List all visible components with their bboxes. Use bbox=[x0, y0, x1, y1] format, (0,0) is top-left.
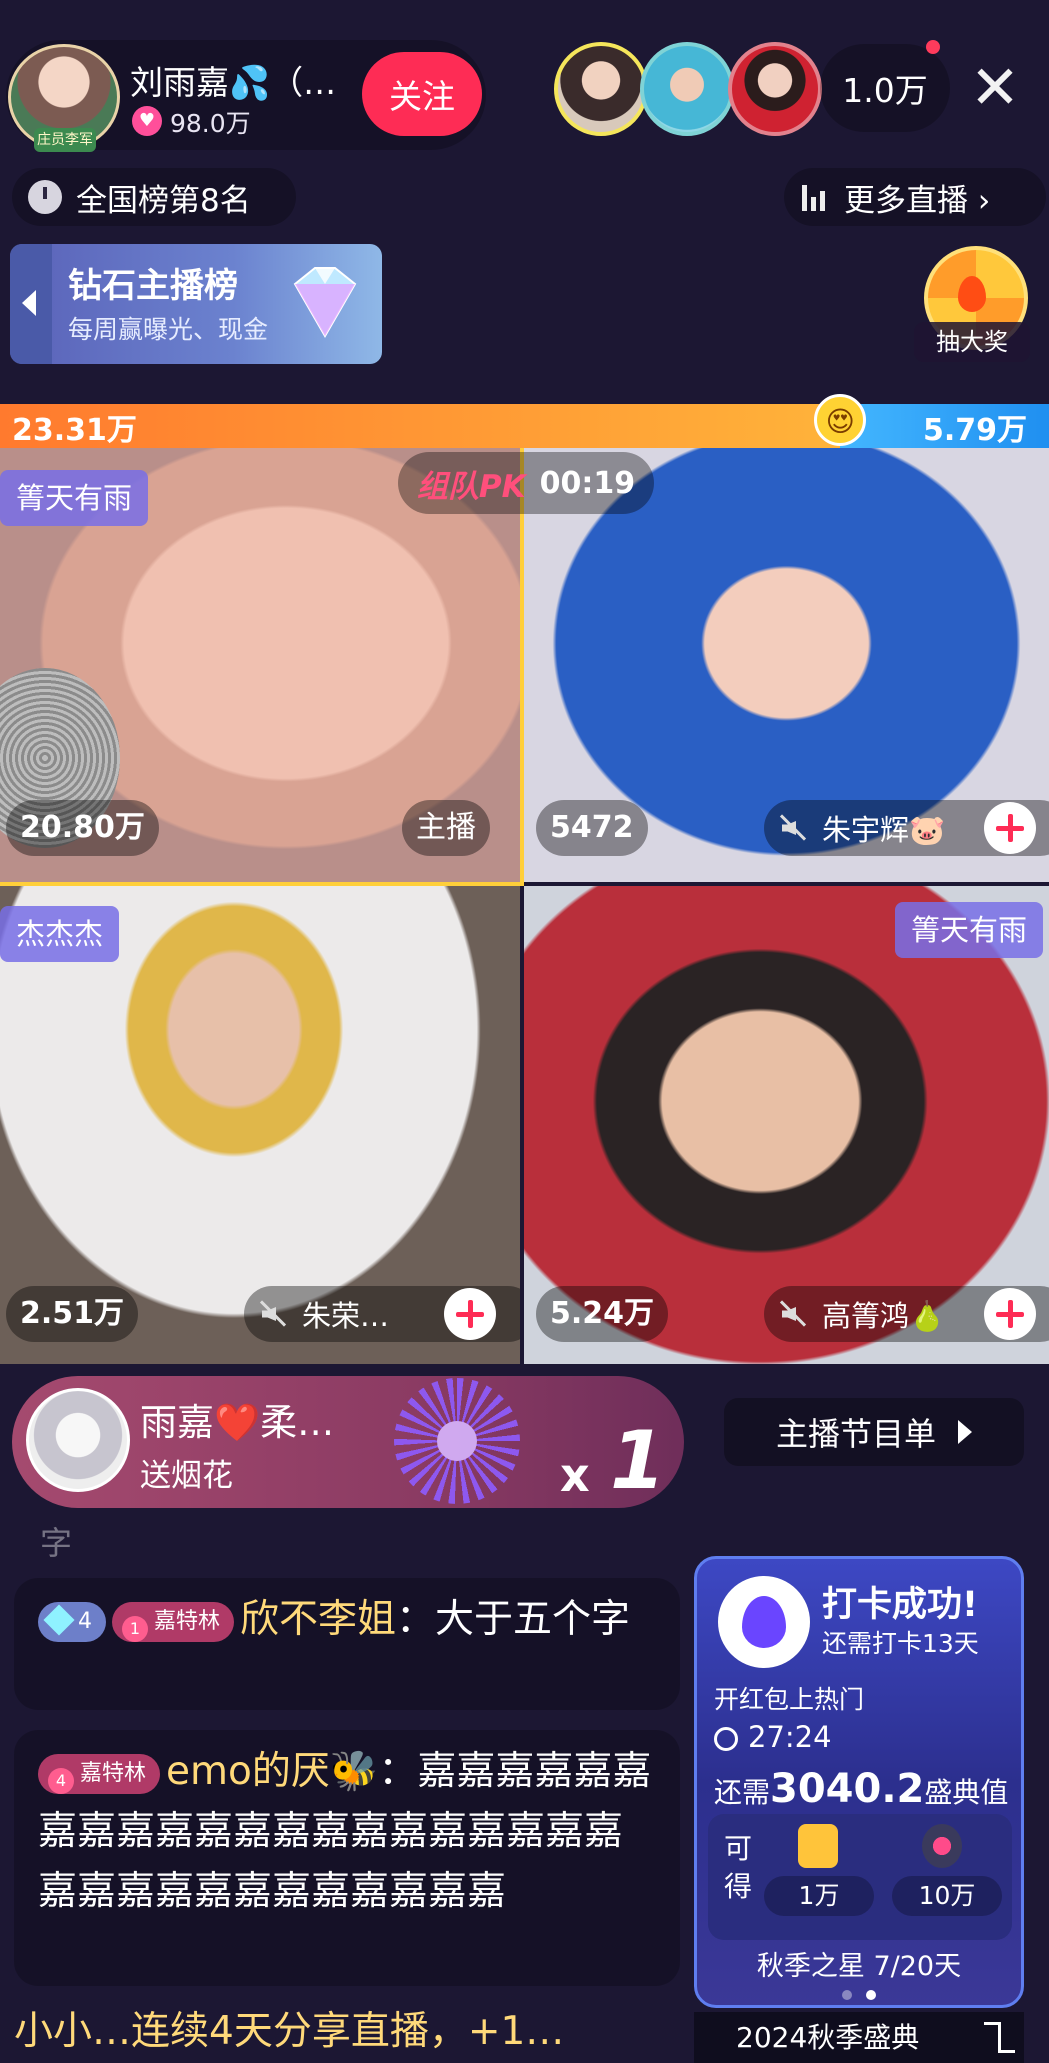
rewards-label: 可得 bbox=[724, 1832, 753, 1903]
close-button[interactable]: ✕ bbox=[962, 58, 1028, 124]
reward-amount-1: 1万 bbox=[764, 1876, 874, 1916]
top-viewer-avatar-2[interactable] bbox=[640, 42, 734, 136]
timer-icon bbox=[714, 1727, 738, 1751]
season-progress: 秋季之星 7/20天 bbox=[756, 1951, 962, 1982]
pk-score-bar bbox=[0, 404, 1049, 448]
follow-plus-button[interactable] bbox=[984, 1288, 1036, 1340]
chevron-left-icon bbox=[22, 290, 36, 316]
follow-button[interactable]: 关注 bbox=[362, 52, 482, 136]
notification-dot bbox=[926, 40, 940, 54]
cell-name-tag: 箐天有雨 bbox=[894, 902, 1043, 958]
diamond-banner-subtitle: 每周赢曝光、现金 bbox=[68, 315, 269, 344]
pk-right-score: 5.79万 bbox=[922, 413, 1027, 448]
pk-logo: 组队PK bbox=[416, 468, 526, 505]
more-live-button[interactable]: 更多直播 › bbox=[784, 168, 1046, 226]
heart-icon: 4 bbox=[48, 1767, 74, 1794]
chat-message[interactable]: 4 嘉特林 emo的厌🐝：嘉嘉嘉嘉嘉嘉嘉嘉嘉嘉嘉嘉嘉嘉嘉嘉嘉嘉嘉嘉嘉嘉嘉嘉嘉嘉嘉嘉嘉… bbox=[14, 1730, 680, 1986]
chat-nickname[interactable]: emo的厌🐝 bbox=[166, 1749, 378, 1794]
cell-name-tag: 杰杰杰 bbox=[0, 906, 120, 962]
cell-user-name: 朱荣… bbox=[302, 1299, 390, 1333]
checkin-subtitle: 还需打卡13天 bbox=[822, 1629, 979, 1658]
reward-amount-2: 10万 bbox=[892, 1876, 1002, 1916]
red-packet-icon bbox=[798, 1824, 838, 1868]
lottery-label: 抽大奖 bbox=[914, 322, 1030, 362]
collapse-icon[interactable] bbox=[982, 2020, 1016, 2054]
heart-icon: ♥ bbox=[132, 106, 162, 136]
chat-nickname[interactable]: 欣不李姐 bbox=[240, 1597, 396, 1642]
flame-icon bbox=[718, 1576, 810, 1668]
follow-plus-button[interactable] bbox=[444, 1288, 496, 1340]
faded-chat-text: 字 bbox=[40, 1524, 73, 1562]
cell-score: 5.24万 bbox=[536, 1286, 669, 1342]
diamond-banner-title: 钻石主播榜 bbox=[68, 266, 238, 306]
follow-plus-button[interactable] bbox=[984, 802, 1036, 854]
top-viewer-avatar-3[interactable] bbox=[728, 42, 822, 136]
national-rank-label: 全国榜第8名 bbox=[76, 182, 251, 219]
bar-chart-icon bbox=[802, 183, 830, 211]
pk-emoji-icon: 😍 bbox=[814, 394, 867, 446]
cell-name-tag: 箐天有雨 bbox=[0, 470, 149, 526]
diamond-icon bbox=[293, 267, 357, 339]
gift-multiplier-x: x bbox=[560, 1448, 590, 1502]
user-level-badge: 4 bbox=[38, 1601, 106, 1642]
chat-text: ：大于五个字 bbox=[396, 1597, 631, 1642]
firework-gift-icon bbox=[394, 1378, 520, 1504]
checkin-needed: 还需3040.2盛典值 bbox=[714, 1766, 1009, 1812]
host-avatar-badge: 庄员李军 bbox=[34, 128, 96, 152]
gift-count: 1 bbox=[610, 1414, 666, 1507]
banner-collapse-tab[interactable] bbox=[10, 244, 52, 364]
pk-countdown: 00:19 bbox=[539, 465, 636, 501]
more-live-label: 更多直播 › bbox=[844, 182, 991, 219]
lottery-widget[interactable]: 抽大奖 bbox=[914, 246, 1030, 366]
pk-timer-pill: 组队PK 00:19 bbox=[398, 452, 654, 514]
chat-message[interactable]: 4 1 嘉特林 欣不李姐：大于五个字 bbox=[14, 1578, 680, 1710]
play-arrow-icon bbox=[958, 1420, 972, 1444]
mute-icon bbox=[258, 1299, 288, 1329]
diamond-icon bbox=[43, 1603, 75, 1636]
heart-icon: 1 bbox=[122, 1615, 148, 1642]
gift-action-text: 送烟花 bbox=[140, 1458, 233, 1494]
cell-score: 5472 bbox=[536, 800, 648, 856]
host-role-tag: 主播 bbox=[402, 800, 490, 856]
mute-icon bbox=[778, 1299, 808, 1329]
festival-tag[interactable]: 2024秋季盛典 bbox=[694, 2012, 1024, 2063]
mute-icon bbox=[778, 813, 808, 843]
video-cell-guest-2[interactable]: 杰杰杰 2.51万 朱荣… bbox=[0, 886, 520, 1364]
cell-user-name: 朱宇辉🐷 bbox=[822, 813, 946, 847]
carousel-dot-active[interactable] bbox=[866, 1990, 876, 2000]
planet-icon bbox=[922, 1824, 962, 1868]
carousel-dot[interactable] bbox=[842, 1990, 852, 2000]
program-list-button[interactable]: 主播节目单 bbox=[724, 1398, 1024, 1466]
checkin-timer: 27:24 bbox=[714, 1720, 832, 1754]
gift-sender-avatar[interactable] bbox=[26, 1388, 130, 1492]
fan-club-badge: 1 嘉特林 bbox=[112, 1601, 235, 1642]
checkin-title: 打卡成功! bbox=[822, 1585, 978, 1625]
diamond-host-ranking-banner[interactable]: 钻石主播榜 每周赢曝光、现金 bbox=[10, 244, 382, 364]
viewer-count[interactable]: 1.0万 bbox=[820, 44, 950, 132]
program-list-label: 主播节目单 bbox=[775, 1415, 936, 1453]
gift-sender-name: 雨嘉❤️柔… bbox=[140, 1401, 335, 1444]
video-cell-guest-3[interactable]: 箐天有雨 5.24万 高箐鸿🍐 bbox=[524, 886, 1049, 1364]
top-viewer-avatar-1[interactable] bbox=[554, 42, 648, 136]
fan-club-badge: 4 嘉特林 bbox=[38, 1753, 161, 1794]
national-rank-pill[interactable]: 全国榜第8名 bbox=[12, 168, 296, 226]
cell-score: 20.80万 bbox=[6, 800, 159, 856]
chat-system-message: 小小…连续4天分享直播，+1… bbox=[14, 2009, 565, 2054]
cell-user-name: 高箐鸿🍐 bbox=[822, 1299, 946, 1333]
cell-score: 2.51万 bbox=[6, 1286, 139, 1342]
flame-icon bbox=[958, 276, 986, 312]
host-name[interactable]: 刘雨嘉💦（… bbox=[130, 56, 336, 104]
clock-icon bbox=[28, 180, 62, 214]
host-hearts-count: 98.0万 bbox=[170, 109, 251, 138]
pk-left-score: 23.31万 bbox=[12, 413, 137, 448]
red-packet-label: 开红包上热门 bbox=[714, 1685, 865, 1714]
